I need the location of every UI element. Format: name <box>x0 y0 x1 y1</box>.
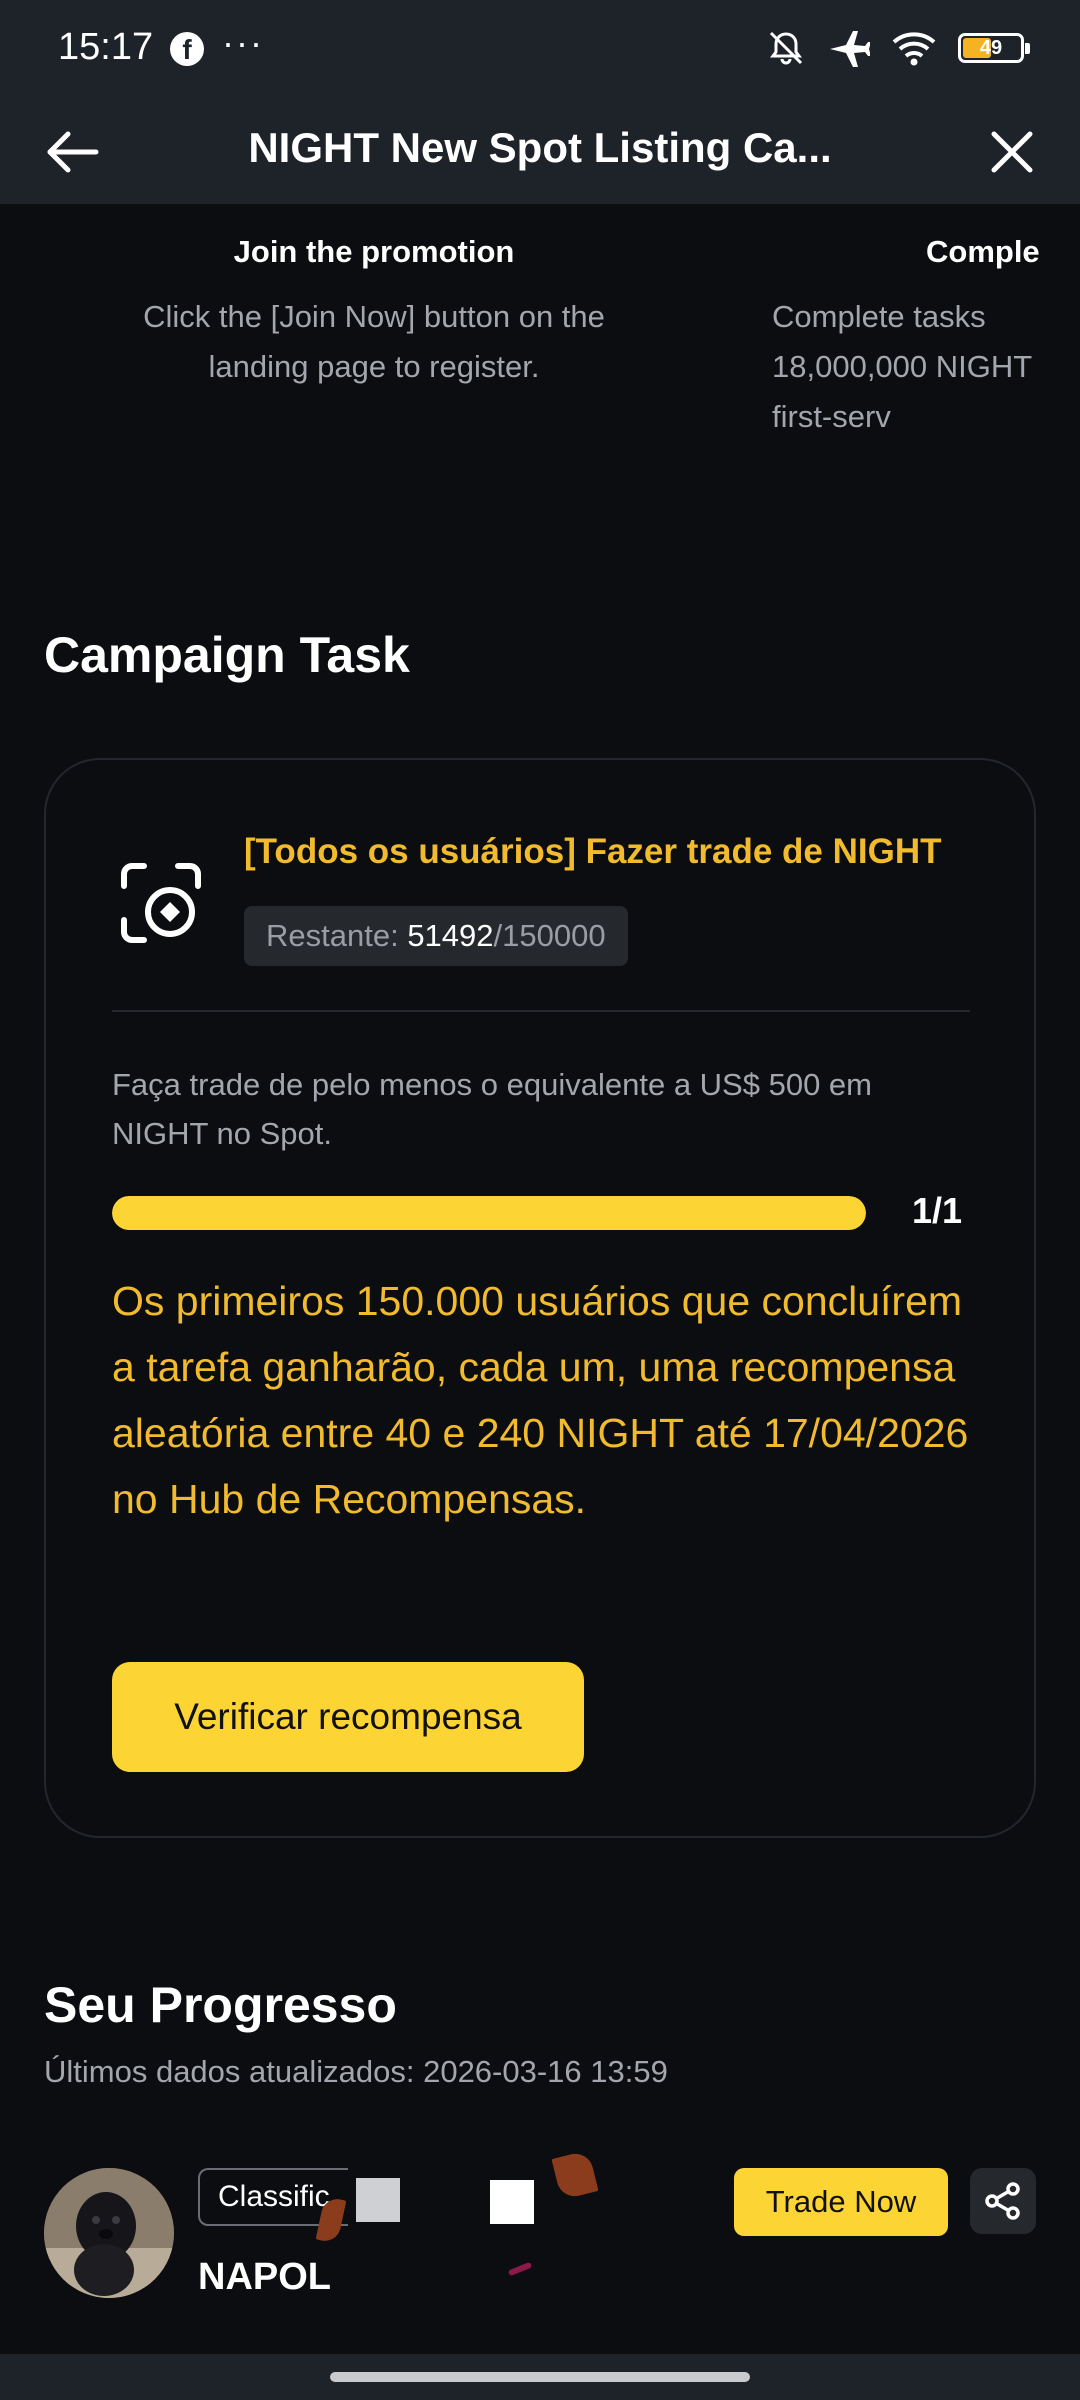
task-progress-fill <box>112 1196 866 1230</box>
verify-reward-button[interactable]: Verificar recompensa <box>112 1662 584 1772</box>
airplane-icon <box>830 31 870 67</box>
decoration <box>356 2178 400 2222</box>
close-icon <box>991 131 1033 173</box>
last-updated-text: Últimos dados atualizados: 2026-03-16 13… <box>44 2054 668 2089</box>
camera-scan-icon <box>121 863 201 943</box>
wifi-icon <box>892 32 936 66</box>
share-button[interactable] <box>970 2168 1036 2234</box>
page-title: NIGHT New Spot Listing Ca... <box>248 124 832 171</box>
username: NAPOL <box>198 2256 331 2298</box>
step-card: Join the promotion Click the [Join Now] … <box>94 234 654 392</box>
steps-carousel[interactable]: Join the promotion Click the [Join Now] … <box>0 204 1040 464</box>
progress-heading: Seu Progresso <box>44 1977 397 2033</box>
decoration <box>507 2261 533 2277</box>
task-card: [Todos os usuários] Fazer trade de NIGHT… <box>44 758 1036 1838</box>
status-time: 15:17 <box>58 26 154 68</box>
step-title: Comple <box>926 234 1040 269</box>
home-indicator[interactable] <box>330 2372 750 2382</box>
task-title: [Todos os usuários] Fazer trade de NIGHT <box>244 832 942 871</box>
avatar <box>44 2168 174 2298</box>
status-icons: 49 <box>766 28 1030 68</box>
dog-avatar-image <box>44 2168 174 2298</box>
task-description: Faça trade de pelo menos o equivalente a… <box>112 1067 872 1151</box>
close-button[interactable] <box>982 122 1042 182</box>
divider <box>112 1010 970 1012</box>
task-progress-bar <box>112 1196 866 1230</box>
reward-text: Os primeiros 150.000 usuários que conclu… <box>112 1278 969 1522</box>
task-progress-count: 1/1 <box>912 1190 963 1231</box>
remaining-badge: Restante: 51492/150000 <box>244 906 628 966</box>
remaining-total: /150000 <box>493 918 606 953</box>
campaign-task-heading: Campaign Task <box>44 627 410 683</box>
remaining-done: 51492 <box>407 918 494 953</box>
gesture-bar <box>0 2354 1080 2400</box>
bell-off-icon <box>769 31 803 65</box>
decoration <box>551 2150 599 2200</box>
step-description: Click the [Join Now] button on the landi… <box>143 299 605 384</box>
step-description: Complete tasks 18,000,000 NIGHT first-se… <box>772 299 1032 434</box>
status-bar: 15:17 f ··· 49 <box>0 0 1080 100</box>
status-overflow-icon: ··· <box>222 22 264 63</box>
back-button[interactable] <box>40 122 104 182</box>
remaining-label: Restante: <box>266 918 408 953</box>
battery-level: 49 <box>979 37 1003 59</box>
trade-now-button[interactable]: Trade Now <box>734 2168 948 2236</box>
battery-icon: 49 <box>958 33 1030 63</box>
step-title: Join the promotion <box>233 234 515 269</box>
decoration <box>490 2180 534 2224</box>
step-card: Comple Complete tasks 18,000,000 NIGHT f… <box>720 234 1040 442</box>
arrow-left-icon <box>47 131 99 173</box>
nav-bar: NIGHT New Spot Listing Ca... <box>0 100 1080 204</box>
share-icon <box>985 2182 1020 2220</box>
facebook-icon: f <box>170 32 204 66</box>
